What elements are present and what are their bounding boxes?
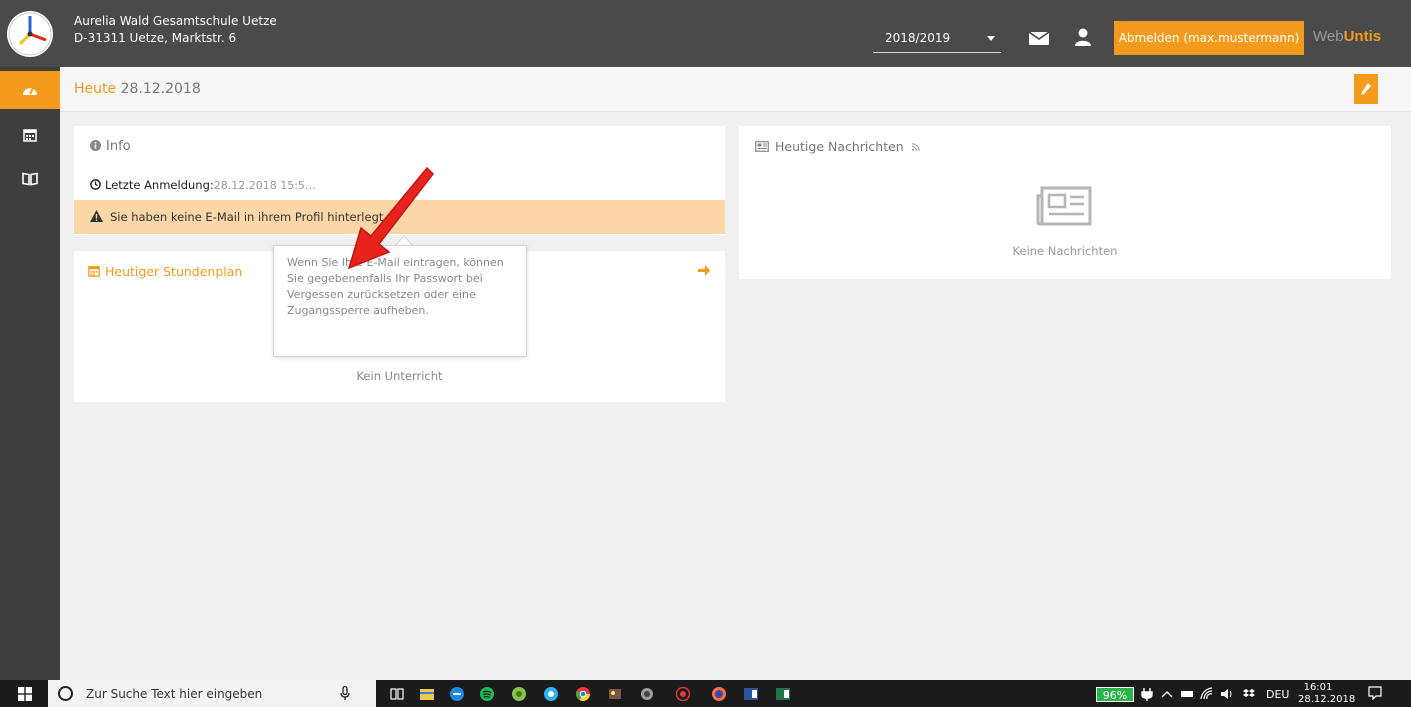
battery-indicator[interactable]: 96% [1096, 687, 1134, 702]
nav-timetable[interactable] [0, 115, 60, 155]
app-camera-icon[interactable] [640, 687, 654, 701]
webuntis-brand[interactable]: WebUntis [1313, 28, 1381, 45]
today-label: Heute [74, 81, 117, 97]
email-hint-tooltip: Wenn Sie Ihre E-Mail eintragen, können S… [273, 245, 527, 357]
volume-icon[interactable] [1220, 687, 1234, 701]
page-title: Heute 28.12.2018 [74, 81, 201, 97]
spotify-icon[interactable] [480, 687, 494, 701]
language-indicator[interactable]: DEU [1266, 688, 1289, 701]
info-title-text: Info [106, 139, 131, 154]
windows-taskbar: Zur Suche Text hier eingeben 96% DEU 16:… [0, 680, 1411, 707]
microphone-icon[interactable] [340, 686, 350, 701]
school-year-select[interactable]: 2018/2019 [873, 23, 1001, 53]
clock-date: 28.12.2018 [1298, 694, 1356, 705]
power-plug-icon[interactable] [1140, 687, 1154, 701]
firefox-icon[interactable] [712, 687, 726, 701]
news-title: Heutige Nachrichten [775, 139, 920, 154]
date-subheader: Heute 28.12.2018 [60, 67, 1411, 112]
wifi-icon[interactable] [1200, 687, 1214, 701]
rss-icon[interactable] [911, 143, 920, 152]
user-icon[interactable] [1074, 27, 1092, 47]
dropbox-icon[interactable] [1242, 687, 1256, 701]
school-name: Aurelia Wald Gesamtschule Uetze [74, 14, 277, 28]
taskbar-search[interactable]: Zur Suche Text hier eingeben [48, 680, 376, 707]
school-address: D-31311 Uetze, Marktstr. 6 [74, 31, 237, 45]
school-clock-logo-icon[interactable] [6, 10, 54, 58]
news-empty-text: Keine Nachrichten [1012, 244, 1118, 258]
dashboard-gauge-icon [23, 87, 37, 95]
newspaper-icon [755, 141, 769, 152]
info-circle-icon [90, 140, 101, 151]
timetable-title-text: Heutiger Stundenplan [105, 264, 243, 279]
newspaper-large-icon [1036, 186, 1092, 226]
school-info: Aurelia Wald Gesamtschule Uetze D-31311 … [74, 13, 277, 47]
brand-web: Web [1313, 28, 1344, 45]
file-explorer-icon[interactable] [420, 687, 434, 701]
book-open-icon [22, 172, 38, 186]
info-card: Info Letzte Anmeldung:28.12.2018 15:5… S… [74, 126, 725, 235]
system-clock[interactable]: 16:01 28.12.2018 [1298, 682, 1356, 706]
warning-text: Sie haben keine E-Mail in ihrem Profil h… [110, 210, 388, 224]
news-card: Heutige Nachrichten Keine Nachrichten [739, 126, 1391, 279]
warning-triangle-icon [90, 210, 103, 222]
top-header: Aurelia Wald Gesamtschule Uetze D-31311 … [0, 0, 1411, 67]
nav-classbook[interactable] [0, 159, 60, 199]
logout-button[interactable]: Abmelden (max.mustermann) [1114, 21, 1304, 55]
calendar-icon [88, 266, 100, 277]
excel-icon[interactable] [776, 687, 790, 701]
arrow-right-icon[interactable] [698, 265, 710, 276]
today-date: 28.12.2018 [120, 81, 201, 97]
info-title: Info [90, 139, 131, 154]
network-icon[interactable] [1180, 687, 1194, 701]
edit-button[interactable] [1354, 74, 1378, 104]
news-title-text: Heutige Nachrichten [775, 139, 904, 154]
word-icon[interactable] [744, 687, 758, 701]
left-navigation [0, 67, 60, 680]
pencil-icon [1361, 83, 1371, 95]
brand-untis: Untis [1343, 28, 1382, 45]
app-paint-icon[interactable] [608, 687, 622, 701]
last-login-value: 28.12.2018 15:5… [213, 179, 316, 192]
chrome-icon[interactable] [576, 687, 590, 701]
school-year-value: 2018/2019 [885, 31, 951, 45]
last-login-label: Letzte Anmeldung: [105, 178, 214, 192]
timetable-title[interactable]: Heutiger Stundenplan [88, 264, 242, 279]
nav-dashboard[interactable] [0, 71, 60, 109]
app-swirl-icon[interactable] [544, 687, 558, 701]
main-content: Heute 28.12.2018 Info Letzte Anmeldung:2… [60, 67, 1411, 680]
calendar-icon [23, 129, 37, 142]
app-red-icon[interactable] [676, 687, 690, 701]
caret-down-icon [987, 36, 995, 41]
edge-icon[interactable] [450, 687, 464, 701]
task-view-icon[interactable] [390, 687, 404, 701]
timetable-empty-text: Kein Unterricht [356, 369, 443, 383]
chevron-up-icon[interactable] [1160, 687, 1174, 701]
search-placeholder: Zur Suche Text hier eingeben [86, 687, 263, 701]
windows-start-icon[interactable] [18, 687, 32, 701]
notification-center-icon[interactable] [1368, 686, 1382, 700]
clock-time: 16:01 [1303, 682, 1333, 693]
cortana-icon [58, 686, 73, 701]
app-globe-icon[interactable] [512, 687, 526, 701]
last-login: Letzte Anmeldung:28.12.2018 15:5… [90, 178, 316, 192]
missing-email-warning[interactable]: Sie haben keine E-Mail in ihrem Profil h… [74, 200, 725, 234]
clock-icon [90, 179, 101, 190]
envelope-icon[interactable] [1028, 29, 1050, 47]
